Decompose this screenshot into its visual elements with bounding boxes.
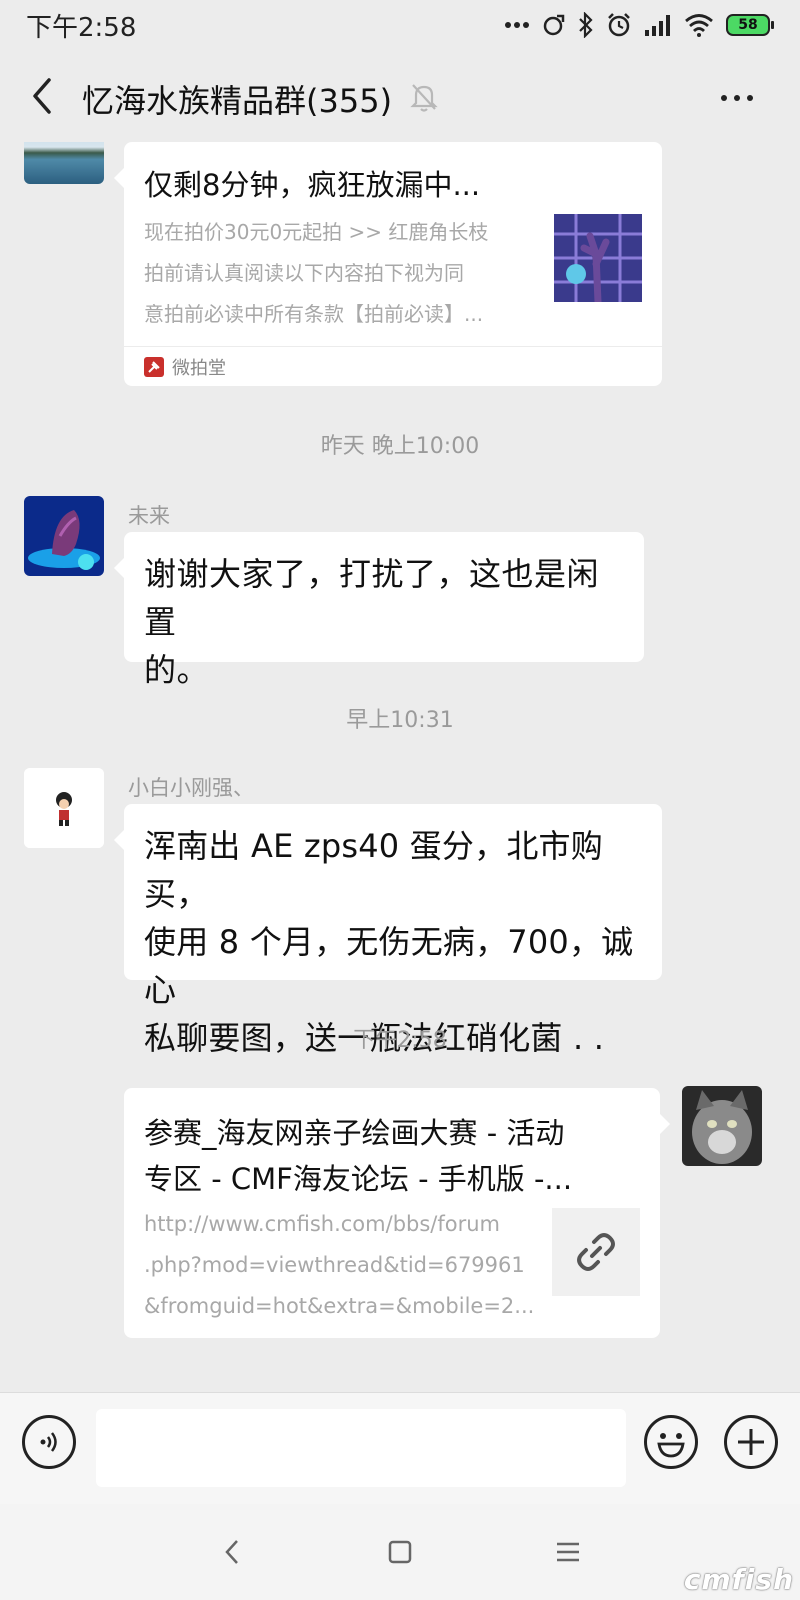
message-line: 的。: [144, 651, 210, 689]
watermark: cmfish: [683, 1563, 794, 1596]
card-desc-line: 现在拍价30元0元起拍 >> 红鹿角长枝: [144, 220, 489, 244]
nav-back-icon: [225, 1540, 238, 1564]
bell-off-icon: [410, 84, 438, 112]
link-thumbnail: [552, 1208, 640, 1296]
input-bar: [0, 1392, 800, 1504]
message-line: 谢谢大家了，打扰了，这也是闲置: [144, 555, 600, 641]
timestamp: 早上10:31: [346, 708, 454, 733]
more-options-button[interactable]: [712, 78, 762, 118]
sender-name: 未来: [128, 504, 170, 528]
emoji-button[interactable]: [644, 1415, 698, 1469]
auction-hammer-icon: [144, 356, 164, 377]
card-title: 仅剩8分钟，疯狂放漏中...: [144, 168, 481, 202]
card-source-label: 微拍堂: [172, 357, 226, 379]
nav-home-button[interactable]: [380, 1532, 420, 1572]
status-icons: 58: [504, 12, 774, 38]
card-thumbnail: [554, 214, 642, 302]
more-dots-icon: [505, 22, 529, 28]
message-line: 使用 8 个月，无伤无病，700，诚心: [144, 923, 634, 1009]
card-desc-line: 意拍前必读中所有条款【拍前必读】...: [144, 302, 484, 326]
voice-button[interactable]: [22, 1415, 76, 1469]
nav-home-icon: [388, 1540, 412, 1564]
my-avatar[interactable]: [682, 1086, 762, 1166]
avatar-coral-image: [24, 496, 104, 576]
voice-icon: [40, 1432, 57, 1452]
nav-back-button[interactable]: [212, 1532, 252, 1572]
avatar[interactable]: [24, 496, 104, 576]
auction-card[interactable]: 仅剩8分钟，疯狂放漏中... 现在拍价30元0元起拍 >> 红鹿角长枝 拍前请认…: [114, 142, 662, 386]
card-desc-line: 拍前请认真阅读以下内容拍下视为同: [144, 261, 464, 285]
nav-menu-icon: [557, 1542, 579, 1562]
card-url-line: &fromguid=hot&extra=&mobile=2...: [144, 1294, 535, 1318]
message-bubble[interactable]: 浑南出 AE zps40 蛋分，北市购买， 使用 8 个月，无伤无病，700，诚…: [114, 804, 662, 1057]
plus-icon: [738, 1429, 764, 1455]
avatar-lake-image: [24, 142, 104, 184]
chat-title: 忆海水族精品群(355): [82, 82, 393, 120]
emoji-icon: [657, 1433, 685, 1458]
back-button[interactable]: [22, 76, 62, 116]
avatar[interactable]: [24, 142, 104, 184]
alarm-ring-icon: [543, 14, 565, 36]
card-source: 微拍堂: [124, 346, 662, 386]
wifi-icon: [685, 14, 713, 37]
more-functions-button[interactable]: [724, 1415, 778, 1469]
status-time: 下午2:58: [26, 12, 137, 43]
timestamp: 昨天 晚上10:00: [320, 434, 480, 459]
card-title-line: 专区 - CMF海友论坛 - 手机版 -...: [144, 1162, 573, 1196]
bluetooth-icon: [579, 12, 593, 38]
battery-icon: 58: [726, 14, 774, 36]
card-title-line: 参赛_海友网亲子绘画大赛 - 活动: [144, 1116, 565, 1150]
nav-menu-button[interactable]: [548, 1532, 588, 1572]
system-nav-bar: cmfish: [0, 1504, 800, 1600]
timestamp: 下午2:58: [353, 1028, 447, 1053]
message-input[interactable]: [96, 1409, 626, 1487]
message-line: 浑南出 AE zps40 蛋分，北市购买，: [144, 827, 603, 913]
signal-icon: [645, 15, 670, 36]
chevron-left-icon: [33, 78, 51, 114]
message-bubble[interactable]: 谢谢大家了，打扰了，这也是闲置 的。: [114, 532, 644, 689]
sender-name: 小白小刚强、: [128, 776, 254, 800]
avatar-cartoon-image: [24, 768, 104, 848]
link-card[interactable]: 参赛_海友网亲子绘画大赛 - 活动 专区 - CMF海友论坛 - 手机版 -..…: [124, 1088, 670, 1338]
more-horizontal-icon: [721, 95, 727, 101]
card-url-line: .php?mod=viewthread&tid=679961: [144, 1253, 525, 1277]
card-url-line: http://www.cmfish.com/bbs/forum: [144, 1212, 501, 1236]
battery-level: 58: [726, 14, 770, 36]
chat-header: 忆海水族精品群(355): [0, 52, 800, 142]
link-icon: [577, 1233, 615, 1271]
chat-message-list[interactable]: 仅剩8分钟，疯狂放漏中... 现在拍价30元0元起拍 >> 红鹿角长枝 拍前请认…: [0, 142, 800, 1392]
alarm-clock-icon: [608, 13, 630, 37]
status-bar: 下午2:58 58: [0, 0, 800, 50]
avatar-cat-image: [682, 1086, 762, 1166]
avatar[interactable]: [24, 768, 104, 848]
